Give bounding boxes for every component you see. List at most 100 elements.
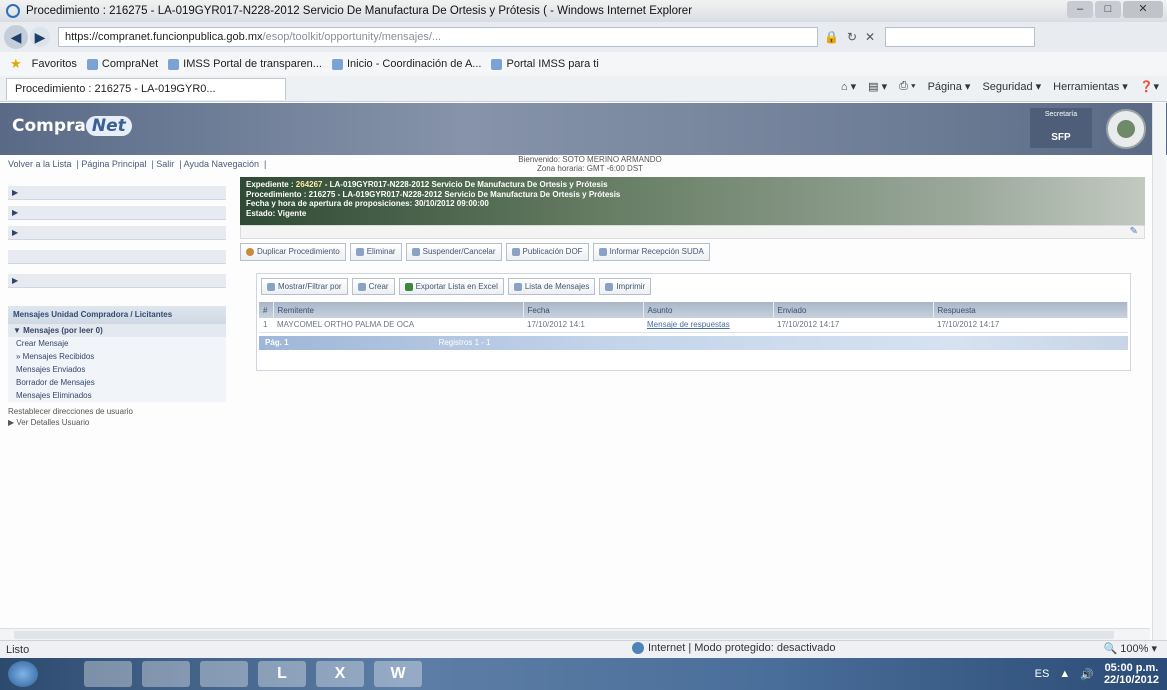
create-button[interactable]: Crear: [351, 278, 395, 295]
zoom-level[interactable]: 🔍 100% ▾: [1104, 642, 1157, 655]
home-page-link[interactable]: Página Principal: [81, 159, 146, 169]
pager-page[interactable]: Pág. 1: [265, 338, 289, 347]
scrollbar-thumb[interactable]: [14, 631, 1114, 639]
suda-report-button[interactable]: Informar Recepción SUDA: [592, 243, 710, 261]
button-label: Eliminar: [366, 247, 396, 256]
favorites-label[interactable]: Favoritos: [32, 58, 77, 70]
page-icon: [168, 58, 180, 70]
star-icon[interactable]: ★: [10, 56, 22, 72]
taskbar-lync-button[interactable]: L: [258, 661, 306, 687]
vertical-scrollbar[interactable]: [1152, 103, 1166, 640]
taskbar-media-player-button[interactable]: [142, 661, 190, 687]
language-icon[interactable]: ES: [1035, 668, 1050, 680]
back-to-list-link[interactable]: Volver a la Lista: [8, 159, 72, 169]
message-link[interactable]: Mensaje de respuestas: [647, 320, 730, 329]
url-field[interactable]: https://compranet.funcionpublica.gob.mx/…: [58, 27, 818, 47]
security-menu[interactable]: Seguridad ▾: [982, 80, 1041, 93]
export-excel-button[interactable]: Exportar Lista en Excel: [398, 278, 504, 295]
favorites-bar: ★ Favoritos CompraNet IMSS Portal de tra…: [0, 52, 1167, 76]
print-icon[interactable]: ⎙ ▾: [899, 80, 915, 93]
filter-button[interactable]: Mostrar/Filtrar por: [261, 278, 348, 295]
home-icon[interactable]: ⌂ ▾: [841, 80, 856, 93]
dof-publication-button[interactable]: Publicación DOF: [505, 243, 589, 261]
favorite-inicio[interactable]: Inicio - Coordinación de A...: [331, 58, 481, 70]
expediente-link[interactable]: 264267: [296, 180, 323, 189]
sidebar-section-title: Mensajes Unidad Compradora / Licitantes: [8, 306, 226, 324]
close-button[interactable]: ✕: [1123, 1, 1163, 18]
feeds-icon[interactable]: ▤ ▾: [868, 80, 887, 93]
message-bar: ✎: [240, 225, 1145, 239]
suspend-cancel-button[interactable]: Suspender/Cancelar: [405, 243, 502, 261]
left-sidebar: ▶ ▶ ▶ ▶ Mensajes Unidad Compradora / Lic…: [8, 174, 226, 428]
print-button[interactable]: Imprimir: [599, 278, 652, 295]
app-label: L: [277, 665, 287, 682]
search-input[interactable]: [885, 27, 1036, 47]
cell-subject: Mensaje de respuestas: [643, 318, 773, 333]
button-label: Publicación DOF: [522, 247, 583, 256]
taskbar-excel-button[interactable]: X: [316, 661, 364, 687]
sidebar-item-4[interactable]: [8, 250, 226, 264]
taskbar-internet-explorer-button[interactable]: [200, 661, 248, 687]
sidebar-item-2[interactable]: ▶: [8, 206, 226, 220]
lock-icon[interactable]: 🔒: [824, 30, 839, 44]
sidebar-item-deleted[interactable]: Mensajes Eliminados: [8, 389, 226, 402]
sidebar-item-sent-messages[interactable]: Mensajes Enviados: [8, 363, 226, 376]
button-label: Exportar Lista en Excel: [415, 281, 498, 291]
expediente-line: Expediente : 264267 - LA-019GYR017-N228-…: [246, 180, 1139, 190]
message-list-button[interactable]: Lista de Mensajes: [507, 278, 596, 295]
favorite-compranet[interactable]: CompraNet: [86, 58, 158, 70]
cell-number: 1: [259, 318, 273, 333]
security-zone[interactable]: Internet | Modo protegido: desactivado: [632, 642, 836, 654]
url-path: /esop/toolkit/opportunity/mensajes/...: [262, 31, 442, 43]
globe-icon: [632, 642, 644, 654]
command-bar: ⌂ ▾ ▤ ▾ ⎙ ▾ Página ▾ Seguridad ▾ Herrami…: [841, 80, 1159, 93]
duplicate-procedure-button[interactable]: Duplicar Procedimiento: [240, 243, 346, 261]
network-icon[interactable]: ▲: [1059, 668, 1070, 680]
sidebar-messages-header[interactable]: ▼ Mensajes (por leer 0): [8, 324, 226, 337]
stop-icon[interactable]: ✕: [865, 30, 875, 44]
refresh-icon[interactable]: ↻: [847, 30, 857, 44]
taskbar-explorer-button[interactable]: [84, 661, 132, 687]
column-header-sender[interactable]: Remitente: [273, 302, 524, 318]
reset-addresses-link[interactable]: Restablecer direcciones de usuario: [8, 406, 226, 417]
column-header-number[interactable]: #: [259, 302, 274, 318]
button-label: Duplicar Procedimiento: [257, 247, 340, 256]
sidebar-item-drafts[interactable]: Borrador de Mensajes: [8, 376, 226, 389]
back-button[interactable]: ◀: [4, 25, 28, 49]
sidebar-item-1[interactable]: ▶: [8, 186, 226, 200]
favorite-imss-portal[interactable]: IMSS Portal de transparen...: [168, 58, 322, 70]
logout-link[interactable]: Salir: [156, 159, 174, 169]
favorite-portal-imss[interactable]: Portal IMSS para ti: [491, 58, 599, 70]
table-row[interactable]: 1 MAYCOMEL ORTHO PALMA DE OCA 17/10/2012…: [259, 318, 1128, 333]
column-header-subject[interactable]: Asunto: [643, 302, 774, 318]
column-header-sent[interactable]: Enviado: [773, 302, 934, 318]
system-tray: ES ▲ 🔊 05:00 p.m. 22/10/2012: [1035, 662, 1159, 686]
start-button[interactable]: [8, 661, 38, 687]
edit-icon[interactable]: ✎: [1130, 226, 1138, 238]
user-details-label: Ver Detalles Usuario: [16, 418, 90, 427]
maximize-button[interactable]: □: [1095, 1, 1121, 18]
tools-menu[interactable]: Herramientas ▾: [1053, 80, 1128, 93]
minimize-button[interactable]: –: [1067, 1, 1093, 18]
sidebar-messages-header-label: Mensajes (por leer 0): [23, 326, 103, 335]
delete-button[interactable]: Eliminar: [349, 243, 402, 261]
sidebar-item-create-message[interactable]: Crear Mensaje: [8, 337, 226, 350]
internet-explorer-icon: [6, 4, 20, 18]
taskbar-word-button[interactable]: W: [374, 661, 422, 687]
browser-tab[interactable]: Procedimiento : 216275 - LA-019GYR0...: [6, 77, 286, 100]
forward-button[interactable]: ▶: [30, 27, 50, 47]
horizontal-scrollbar[interactable]: [0, 628, 1150, 640]
sidebar-item-5[interactable]: ▶: [8, 274, 226, 288]
page-menu[interactable]: Página ▾: [928, 80, 971, 93]
help-icon[interactable]: ❓▾: [1140, 80, 1159, 93]
top-links: Volver a la Lista | Página Principal | Sal…: [8, 159, 267, 169]
sidebar-item-3[interactable]: ▶: [8, 226, 226, 240]
clock[interactable]: 05:00 p.m. 22/10/2012: [1104, 662, 1159, 686]
volume-icon[interactable]: 🔊: [1080, 668, 1094, 681]
sidebar-item-received-messages[interactable]: » Mensajes Recibidos: [8, 350, 226, 363]
procedure-actions: Duplicar Procedimiento Eliminar Suspende…: [240, 243, 830, 263]
column-header-date[interactable]: Fecha: [523, 302, 644, 318]
user-details-link[interactable]: ▶ Ver Detalles Usuario: [8, 417, 226, 428]
help-link[interactable]: Ayuda Navegación: [184, 159, 259, 169]
column-header-reply[interactable]: Respuesta: [933, 302, 1128, 318]
